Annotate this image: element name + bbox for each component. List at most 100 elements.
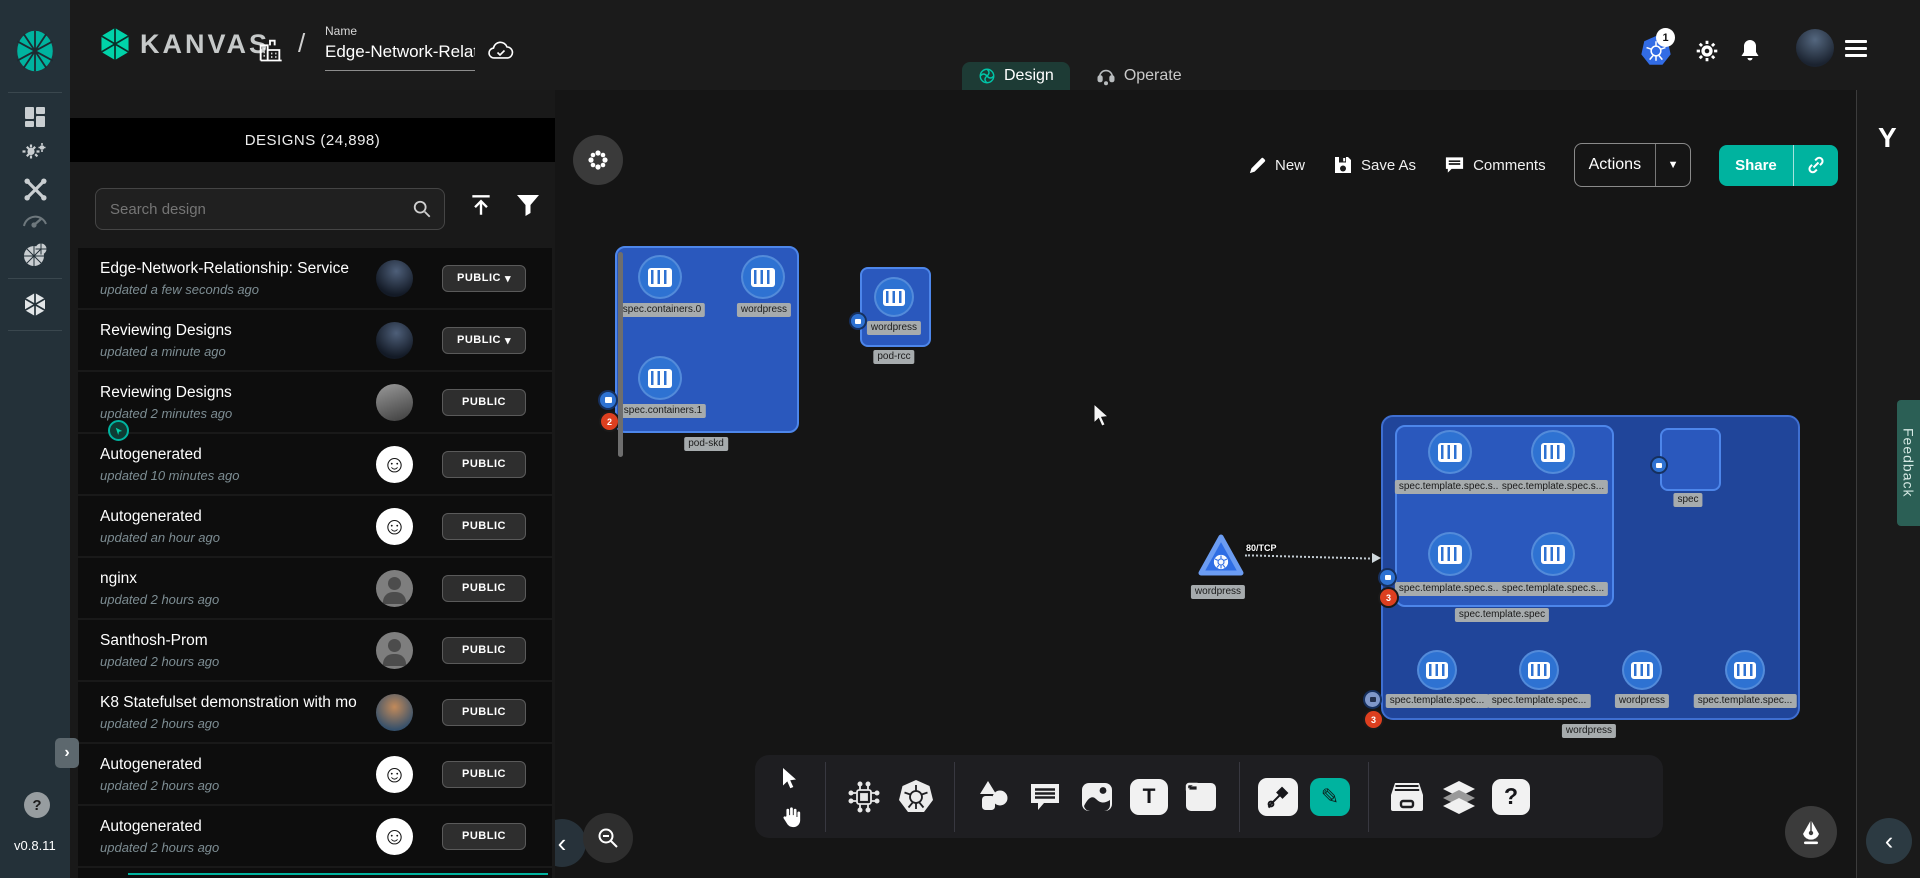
- node-container[interactable]: [1428, 430, 1472, 474]
- node-container[interactable]: [1622, 650, 1662, 690]
- pencil-icon: [1248, 156, 1267, 175]
- error-count-badge[interactable]: 3: [1365, 711, 1382, 728]
- visibility-badge[interactable]: PUBLIC: [442, 761, 526, 788]
- design-search[interactable]: [95, 188, 445, 230]
- comments-button[interactable]: Comments: [1444, 155, 1546, 175]
- design-list-item[interactable]: nginxupdated 2 hours ago PUBLIC: [78, 558, 552, 618]
- collapse-right-button[interactable]: ‹: [1866, 818, 1912, 864]
- shapes-tool[interactable]: [967, 767, 1019, 827]
- import-design-icon[interactable]: [468, 192, 494, 218]
- frame-tool[interactable]: [1175, 767, 1227, 827]
- text-tool[interactable]: T: [1123, 767, 1175, 827]
- node-container[interactable]: [1725, 650, 1765, 690]
- node-service-wordpress[interactable]: [1197, 533, 1245, 579]
- design-list-item[interactable]: Edge-Network-Relationship: Serviceupdate…: [78, 248, 552, 308]
- save-as-button[interactable]: Save As: [1333, 155, 1416, 175]
- share-split-button[interactable]: Share: [1719, 145, 1838, 186]
- node-container[interactable]: [1428, 532, 1472, 576]
- drawer-archive-tool[interactable]: [1381, 767, 1433, 827]
- name-field-value[interactable]: Edge-Network-Relatio: [325, 42, 475, 62]
- design-updated: updated 10 minutes ago: [100, 468, 368, 483]
- node-container[interactable]: [1531, 532, 1575, 576]
- image-tool[interactable]: [1071, 767, 1123, 827]
- comment-tool[interactable]: [1019, 767, 1071, 827]
- design-list-item[interactable]: Santhosh-Promupdated 2 hours ago PUBLIC: [78, 620, 552, 680]
- visibility-badge[interactable]: PUBLIC▾: [442, 327, 526, 354]
- help-button[interactable]: ?: [24, 792, 50, 818]
- kubernetes-tool[interactable]: [890, 767, 942, 827]
- feedback-tab[interactable]: Feedback: [1897, 400, 1920, 526]
- visibility-badge[interactable]: PUBLIC: [442, 637, 526, 664]
- sidebar-item-toolkit[interactable]: [0, 172, 70, 206]
- filter-icon[interactable]: [516, 194, 540, 216]
- notifications-bell-icon[interactable]: [1738, 38, 1762, 64]
- tab-design[interactable]: Design: [962, 62, 1070, 90]
- design-name-field[interactable]: Name Edge-Network-Relatio: [325, 24, 475, 71]
- snapshot-flower-button[interactable]: [573, 135, 623, 185]
- zoom-button[interactable]: [583, 813, 633, 863]
- sidebar-item-kanvas-extension[interactable]: [0, 288, 70, 322]
- node-container[interactable]: [1531, 430, 1575, 474]
- pen-mode-button[interactable]: [1785, 806, 1837, 858]
- tab-operate[interactable]: Operate: [1080, 62, 1198, 90]
- design-list-item[interactable]: Autogeneratedupdated 2 hours ago ☺ PUBLI…: [78, 744, 552, 804]
- pan-hand-tool[interactable]: [765, 800, 817, 834]
- error-count-badge[interactable]: 3: [1380, 589, 1397, 606]
- design-name: Santhosh-Prom: [100, 632, 368, 650]
- node-container[interactable]: [1519, 650, 1559, 690]
- actions-split-button[interactable]: Actions ▼: [1574, 143, 1691, 187]
- help-tool[interactable]: ?: [1485, 767, 1537, 827]
- error-count-badge[interactable]: 2: [601, 413, 618, 430]
- actions-label[interactable]: Actions: [1575, 156, 1655, 174]
- node-container-wordpress[interactable]: [874, 277, 914, 317]
- design-list-item[interactable]: Autogeneratedupdated 10 minutes ago ☺ PU…: [78, 434, 552, 494]
- search-input[interactable]: [108, 200, 412, 219]
- design-owner-avatar: ☺: [376, 508, 413, 545]
- hierarchy-y-icon[interactable]: Y: [1878, 122, 1897, 154]
- design-list-item[interactable]: Reviewing Designsupdated a minute ago PU…: [78, 310, 552, 370]
- actions-caret[interactable]: ▼: [1655, 144, 1690, 186]
- sidebar-item-lifecycle[interactable]: [0, 136, 70, 170]
- node-spec[interactable]: [1660, 428, 1721, 491]
- copy-link-icon[interactable]: [1793, 145, 1838, 186]
- meshery-logo[interactable]: [15, 30, 55, 72]
- share-label[interactable]: Share: [1719, 157, 1793, 174]
- design-owner-avatar: [376, 570, 413, 607]
- hamburger-menu-icon[interactable]: [1845, 36, 1867, 61]
- design-tab-icon: [978, 67, 996, 85]
- sidebar-item-mesh[interactable]: [0, 238, 70, 272]
- new-button[interactable]: New: [1248, 156, 1305, 175]
- visibility-badge[interactable]: PUBLIC▾: [442, 265, 526, 292]
- design-list-item[interactable]: Reviewing Designsupdated 2 minutes ago P…: [78, 372, 552, 432]
- design-list-item[interactable]: Autogeneratedupdated an hour ago ☺ PUBLI…: [78, 496, 552, 556]
- node-container[interactable]: [1417, 650, 1457, 690]
- designs-panel-title: DESIGNS (24,898): [70, 118, 555, 162]
- sidebar-item-performance[interactable]: [0, 204, 70, 238]
- kubernetes-context-icon[interactable]: 1: [1641, 36, 1671, 66]
- visibility-badge[interactable]: PUBLIC: [442, 699, 526, 726]
- visibility-badge[interactable]: PUBLIC: [442, 451, 526, 478]
- node-container-wordpress[interactable]: [741, 255, 785, 299]
- design-list-item[interactable]: Autogeneratedupdated 2 hours ago ☺ PUBLI…: [78, 806, 552, 866]
- node-container-spec-containers-1[interactable]: [638, 356, 682, 400]
- select-tool[interactable]: [765, 760, 817, 798]
- panel-expander-button[interactable]: ›: [55, 738, 79, 768]
- visibility-badge[interactable]: PUBLIC: [442, 575, 526, 602]
- node-container-spec-containers-0[interactable]: [638, 255, 682, 299]
- canvas-toolbar: T ✎ ?: [755, 755, 1663, 838]
- organization-icon[interactable]: [256, 36, 284, 64]
- user-avatar[interactable]: [1796, 29, 1834, 67]
- freehand-draw-tool-active[interactable]: ✎: [1304, 767, 1356, 827]
- component-chip-tool[interactable]: [838, 767, 890, 827]
- panel-scrollbar[interactable]: [618, 252, 623, 457]
- design-list-item[interactable]: K8 Statefulset demonstration with moupda…: [78, 682, 552, 742]
- settings-gear-icon[interactable]: [1694, 38, 1720, 64]
- caret-down-icon: ▼: [1668, 159, 1679, 171]
- kanvas-brand[interactable]: KANVAS: [100, 28, 270, 60]
- sidebar-item-dashboard[interactable]: [0, 100, 70, 134]
- visibility-badge[interactable]: PUBLIC: [442, 823, 526, 850]
- layers-tool[interactable]: [1433, 767, 1485, 827]
- visibility-badge[interactable]: PUBLIC: [442, 513, 526, 540]
- visibility-badge[interactable]: PUBLIC: [442, 389, 526, 416]
- pen-path-tool[interactable]: [1252, 767, 1304, 827]
